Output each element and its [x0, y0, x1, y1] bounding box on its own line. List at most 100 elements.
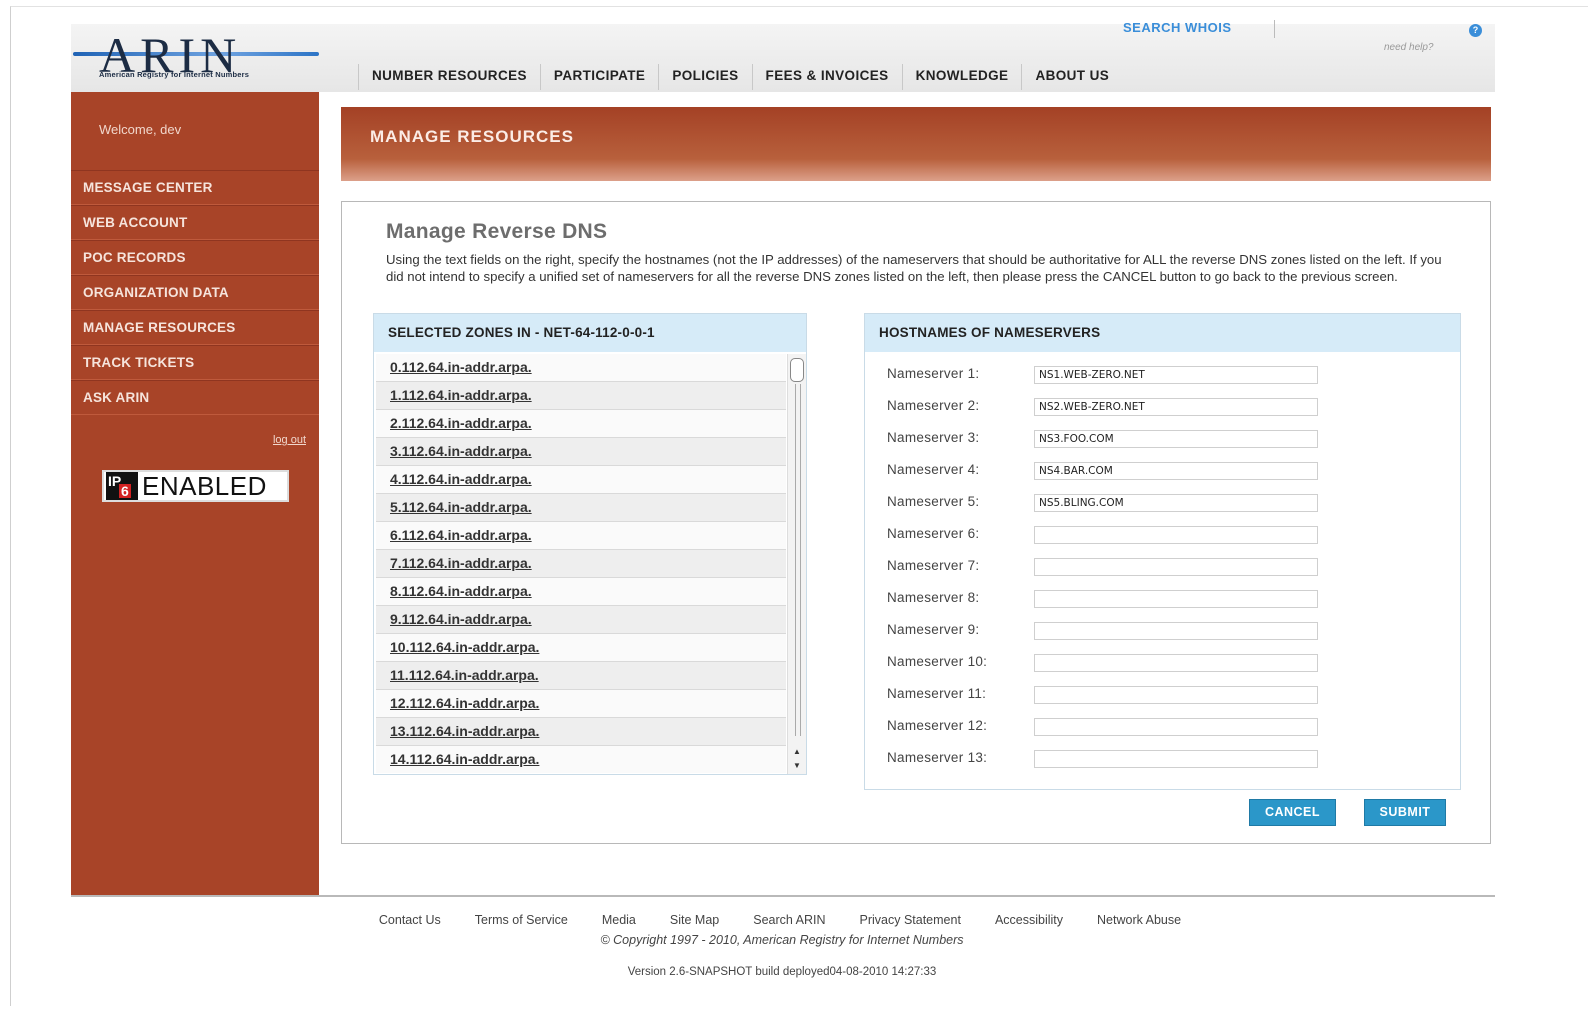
- footer-link-privacy-statement[interactable]: Privacy Statement: [843, 913, 978, 927]
- zone-link[interactable]: 7.112.64.in-addr.arpa.: [376, 550, 786, 578]
- nameserver-label: Nameserver 4:: [887, 462, 980, 477]
- nameserver-label: Nameserver 1:: [887, 366, 980, 381]
- nameserver-label: Nameserver 10:: [887, 654, 988, 669]
- nameserver-input[interactable]: [1034, 750, 1318, 768]
- banner-title: MANAGE RESOURCES: [370, 127, 574, 146]
- copyright-text: © Copyright 1997 - 2010, American Regist…: [600, 933, 964, 947]
- sidebar-menu: MESSAGE CENTER WEB ACCOUNT POC RECORDS O…: [71, 170, 319, 415]
- nameserver-label: Nameserver 6:: [887, 526, 980, 541]
- arin-logo[interactable]: ARIN American Registry for Internet Numb…: [71, 24, 320, 92]
- nameserver-row: Nameserver 5:: [887, 492, 1447, 514]
- zone-link[interactable]: 6.112.64.in-addr.arpa.: [376, 522, 786, 550]
- version-text: Version 2.6-SNAPSHOT build deployed04-08…: [627, 966, 937, 978]
- nav-about-us[interactable]: ABOUT US: [1021, 64, 1122, 90]
- zone-link[interactable]: 8.112.64.in-addr.arpa.: [376, 578, 786, 606]
- submit-button[interactable]: SUBMIT: [1364, 799, 1446, 826]
- nameserver-label: Nameserver 5:: [887, 494, 980, 509]
- nameserver-row: Nameserver 2:: [887, 396, 1447, 418]
- zone-link[interactable]: 12.112.64.in-addr.arpa.: [376, 690, 786, 718]
- ipv6-logo-icon: IP 6: [106, 472, 138, 500]
- zones-header: SELECTED ZONES IN - NET-64-112-0-0-1: [374, 314, 806, 352]
- scrollbar-thumb[interactable]: [790, 358, 804, 382]
- sidebar-item-message-center[interactable]: MESSAGE CENTER: [71, 170, 319, 205]
- nameservers-header: HOSTNAMES OF NAMESERVERS: [865, 314, 1460, 352]
- nameserver-input[interactable]: [1034, 686, 1318, 704]
- zone-link[interactable]: 3.112.64.in-addr.arpa.: [376, 438, 786, 466]
- scroll-down-arrow-icon[interactable]: ▼: [791, 760, 803, 772]
- zone-link[interactable]: 1.112.64.in-addr.arpa.: [376, 382, 786, 410]
- nameserver-input[interactable]: [1034, 718, 1318, 736]
- nameserver-input[interactable]: [1034, 590, 1318, 608]
- footer-link-search-arin[interactable]: Search ARIN: [736, 913, 842, 927]
- nameserver-input[interactable]: [1034, 494, 1318, 512]
- nav-policies[interactable]: POLICIES: [658, 64, 751, 90]
- sidebar-item-poc-records[interactable]: POC RECORDS: [71, 240, 319, 275]
- nameserver-input[interactable]: [1034, 366, 1318, 384]
- nameserver-row: Nameserver 1:: [887, 364, 1447, 386]
- footer-link-network-abuse[interactable]: Network Abuse: [1080, 913, 1198, 927]
- nameserver-input[interactable]: [1034, 622, 1318, 640]
- need-help-link[interactable]: need help?: [1384, 42, 1434, 53]
- nav-fees-invoices[interactable]: FEES & INVOICES: [751, 64, 902, 90]
- nameserver-label: Nameserver 11:: [887, 686, 987, 701]
- nameserver-input[interactable]: [1034, 398, 1318, 416]
- zone-link[interactable]: 9.112.64.in-addr.arpa.: [376, 606, 786, 634]
- search-divider: [1274, 20, 1275, 38]
- help-icon[interactable]: ?: [1469, 24, 1482, 37]
- footer-link-media[interactable]: Media: [585, 913, 653, 927]
- ipv6-logo-six: 6: [119, 483, 131, 499]
- nameservers-box: HOSTNAMES OF NAMESERVERS Nameserver 1: Na…: [864, 313, 1461, 790]
- zone-link[interactable]: 2.112.64.in-addr.arpa.: [376, 410, 786, 438]
- nameserver-label: Nameserver 13:: [887, 750, 988, 765]
- footer-link-site-map[interactable]: Site Map: [653, 913, 736, 927]
- zone-link[interactable]: 5.112.64.in-addr.arpa.: [376, 494, 786, 522]
- nameserver-label: Nameserver 9:: [887, 622, 980, 637]
- scroll-up-arrow-icon[interactable]: ▲: [791, 746, 803, 758]
- footer-link-contact-us[interactable]: Contact Us: [362, 913, 458, 927]
- nameserver-input[interactable]: [1034, 462, 1318, 480]
- nav-number-resources[interactable]: NUMBER RESOURCES: [358, 64, 540, 90]
- footer-divider: [71, 895, 1495, 897]
- scrollbar-track: [795, 384, 801, 736]
- nav-participate[interactable]: PARTICIPATE: [539, 64, 658, 90]
- welcome-text: Welcome, dev: [99, 122, 182, 137]
- nameserver-label: Nameserver 2:: [887, 398, 980, 413]
- zone-link[interactable]: 13.112.64.in-addr.arpa.: [376, 718, 786, 746]
- sidebar-item-ask-arin[interactable]: ASK ARIN: [71, 380, 319, 415]
- sidebar-item-manage-resources[interactable]: MANAGE RESOURCES: [71, 310, 319, 345]
- search-whois-link[interactable]: SEARCH WHOIS: [1123, 20, 1232, 35]
- nameserver-row: Nameserver 3:: [887, 428, 1447, 450]
- nameserver-input[interactable]: [1034, 654, 1318, 672]
- zones-scrollbar[interactable]: ▲ ▼: [787, 354, 806, 774]
- selected-zones-box: SELECTED ZONES IN - NET-64-112-0-0-1 0.1…: [373, 313, 807, 775]
- zone-link[interactable]: 4.112.64.in-addr.arpa.: [376, 466, 786, 494]
- nameserver-label: Nameserver 8:: [887, 590, 980, 605]
- page-banner: MANAGE RESOURCES: [341, 107, 1491, 181]
- main-panel: Manage Reverse DNS Using the text fields…: [341, 201, 1491, 844]
- footer-link-accessibility[interactable]: Accessibility: [978, 913, 1080, 927]
- footer-links: Contact Us Terms of Service Media Site M…: [290, 913, 1270, 927]
- nameserver-row: Nameserver 4:: [887, 460, 1447, 482]
- footer-link-terms-of-service[interactable]: Terms of Service: [458, 913, 585, 927]
- nameserver-input[interactable]: [1034, 526, 1318, 544]
- zone-link[interactable]: 10.112.64.in-addr.arpa.: [376, 634, 786, 662]
- sidebar-item-track-tickets[interactable]: TRACK TICKETS: [71, 345, 319, 380]
- nav-knowledge[interactable]: KNOWLEDGE: [901, 64, 1022, 90]
- zones-list: 0.112.64.in-addr.arpa. 1.112.64.in-addr.a…: [376, 354, 786, 773]
- sidebar-item-organization-data[interactable]: ORGANIZATION DATA: [71, 275, 319, 310]
- nameserver-row: Nameserver 11:: [887, 684, 1447, 706]
- nameserver-row: Nameserver 7:: [887, 556, 1447, 578]
- zone-link[interactable]: 14.112.64.in-addr.arpa.: [376, 746, 786, 773]
- zone-link[interactable]: 0.112.64.in-addr.arpa.: [376, 354, 786, 382]
- zone-link[interactable]: 11.112.64.in-addr.arpa.: [376, 662, 786, 690]
- cancel-button[interactable]: CANCEL: [1249, 799, 1336, 826]
- site-header: ARIN American Registry for Internet Numb…: [71, 20, 1495, 92]
- logout-link[interactable]: log out: [273, 434, 306, 446]
- nameserver-row: Nameserver 13:: [887, 748, 1447, 770]
- sidebar-item-web-account[interactable]: WEB ACCOUNT: [71, 205, 319, 240]
- nameserver-label: Nameserver 12:: [887, 718, 988, 733]
- nameserver-input[interactable]: [1034, 558, 1318, 576]
- nameserver-row: Nameserver 12:: [887, 716, 1447, 738]
- nameserver-row: Nameserver 9:: [887, 620, 1447, 642]
- nameserver-input[interactable]: [1034, 430, 1318, 448]
